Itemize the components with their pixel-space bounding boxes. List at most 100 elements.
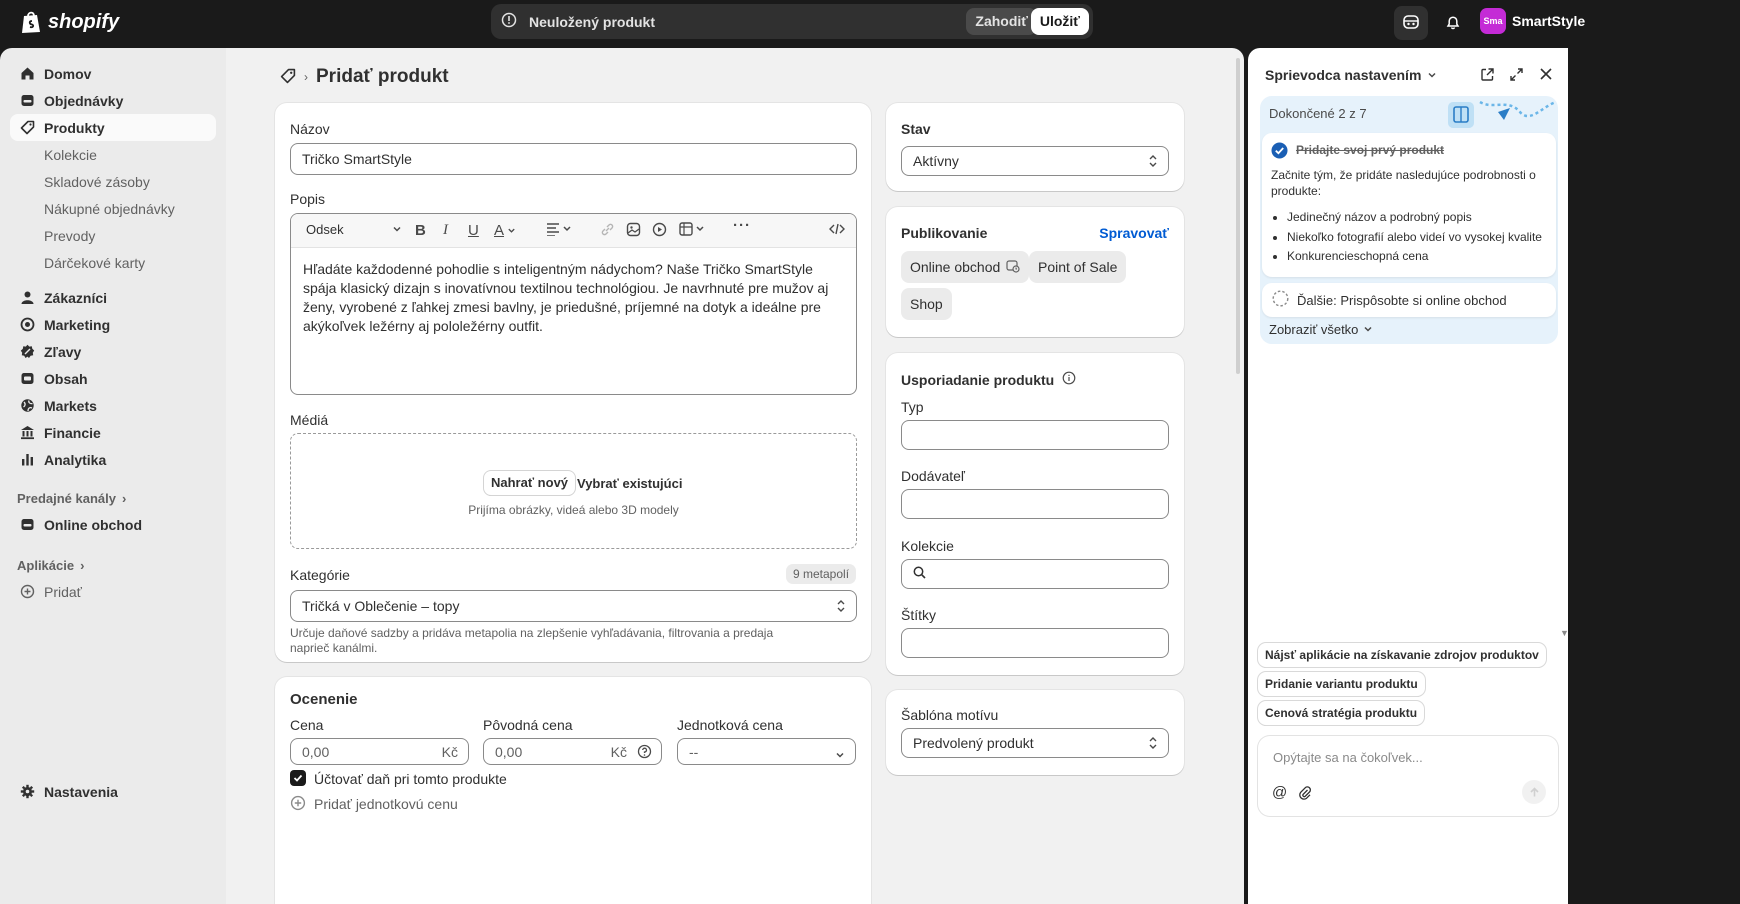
nav-marketing[interactable]: Marketing (10, 311, 216, 338)
name-input[interactable]: Tričko SmartStyle (290, 143, 857, 175)
main-content: › Pridať produkt Názov Tričko SmartStyle… (226, 48, 1244, 904)
close-icon[interactable] (1539, 67, 1553, 84)
show-all-button[interactable]: Zobraziť všetko (1269, 322, 1373, 337)
underline-icon[interactable]: U (468, 222, 479, 239)
page-title: Pridať produkt (316, 66, 449, 87)
channel-online-store[interactable]: Online obchod (901, 251, 1030, 283)
select-existing-button[interactable]: Vybrať existujúci (577, 476, 682, 491)
question-circle-icon[interactable] (637, 744, 652, 762)
sidekick-button[interactable] (1394, 6, 1428, 40)
attachment-icon[interactable] (1298, 786, 1313, 804)
suggestion-pricing-strategy[interactable]: Cenová stratégia produktu (1258, 701, 1425, 725)
code-icon[interactable] (829, 222, 845, 236)
collections-search-input[interactable] (901, 559, 1169, 589)
nav-online-obchod[interactable]: Online obchod (10, 511, 216, 538)
nav-prevody[interactable]: Prevody (44, 228, 95, 244)
next-task[interactable]: Ďalšie: Prispôsobte si online obchod (1262, 283, 1556, 317)
unit-price-select[interactable]: -- (677, 738, 856, 765)
nav-label: Financie (44, 424, 101, 441)
open-external-icon[interactable] (1480, 67, 1495, 85)
category-select[interactable]: Tričká v Oblečenie – topy (290, 590, 857, 622)
add-unit-price-button[interactable]: Pridať jednotkovú cenu (314, 796, 458, 812)
theme-template-select[interactable]: Predvolený produkt (901, 728, 1169, 758)
apps-header[interactable]: Aplikácie › (17, 558, 84, 573)
italic-icon[interactable]: I (443, 222, 448, 239)
vendor-input[interactable] (901, 489, 1169, 519)
sales-channels-header[interactable]: Predajné kanály › (17, 491, 126, 506)
status-value: Aktívny (913, 153, 959, 169)
chat-input[interactable]: Opýtajte sa na čokoľvek... (1273, 750, 1423, 765)
save-button[interactable]: Uložiť (1030, 8, 1089, 35)
suggestion-add-variant[interactable]: Pridanie variantu produktu (1258, 672, 1425, 696)
scroll-down-icon[interactable]: ▼ (1560, 628, 1568, 638)
tag-icon (18, 120, 36, 135)
expand-icon[interactable] (1509, 67, 1524, 85)
bank-icon (18, 425, 36, 440)
info-icon[interactable] (1062, 371, 1076, 388)
shopify-bag-icon (22, 11, 40, 33)
format-select[interactable]: Odsek (306, 222, 402, 237)
price-input[interactable]: 0,00 Kč (290, 738, 469, 765)
nav-darcekove-karty[interactable]: Dárčekové karty (44, 255, 145, 271)
channel-shop[interactable]: Shop (901, 288, 952, 320)
channel-point-of-sale[interactable]: Point of Sale (1029, 251, 1127, 283)
nav-zakaznici[interactable]: Zákazníci (10, 284, 216, 311)
tags-input[interactable] (901, 628, 1169, 658)
globe-icon (18, 398, 36, 413)
category-label: Kategórie (290, 567, 350, 583)
nav-add-app[interactable]: Pridať (10, 578, 216, 605)
discount-icon (18, 344, 36, 359)
nav-markets[interactable]: Markets (10, 392, 216, 419)
content-icon (18, 371, 36, 386)
nav-domov[interactable]: Domov (10, 60, 216, 87)
nav-kolekcie[interactable]: Kolekcie (44, 147, 97, 163)
compare-price-currency: Kč (610, 743, 627, 760)
main-scrollbar[interactable] (1236, 58, 1240, 374)
nav-nakupne-objednavky[interactable]: Nákupné objednávky (44, 201, 175, 217)
store-menu[interactable]: Sma SmartStyle (1480, 8, 1585, 34)
upload-new-button[interactable]: Nahrať nový (484, 471, 576, 495)
nav-label: Zľavy (44, 343, 82, 360)
plus-circle-icon (18, 584, 36, 599)
tag-icon[interactable] (280, 68, 296, 87)
type-input[interactable] (901, 420, 1169, 450)
nav-nastavenia[interactable]: Nastavenia (10, 778, 216, 805)
metafields-badge[interactable]: 9 metapolí (786, 564, 857, 584)
nav-zlavy[interactable]: Zľavy (10, 338, 216, 365)
shopify-logo[interactable]: shopify (20, 10, 119, 34)
text-color-icon[interactable]: A (494, 222, 516, 239)
description-text[interactable]: Hľadáte každodenné pohodlie s inteligent… (291, 248, 856, 348)
charge-tax-checkbox[interactable] (290, 770, 306, 786)
image-icon[interactable] (626, 222, 641, 237)
nav-financie[interactable]: Financie (10, 419, 216, 446)
media-dropzone[interactable]: Nahrať nový Vybrať existujúci Prijíma ob… (290, 433, 857, 549)
status-select[interactable]: Aktívny (901, 146, 1169, 176)
publishing-card: Publikovanie Spravovať Online obchod Poi… (886, 207, 1184, 337)
channel-label: Online obchod (910, 259, 1001, 275)
task-title[interactable]: Pridajte svoj prvý produkt (1296, 143, 1444, 157)
plus-circle-icon[interactable] (290, 795, 306, 814)
setup-guide-dropdown[interactable]: Sprievodca nastavením (1265, 67, 1437, 83)
discard-button[interactable]: Zahodiť (966, 8, 1037, 35)
align-icon[interactable] (546, 222, 572, 236)
arrow-up-icon (1529, 786, 1539, 796)
link-icon[interactable] (600, 222, 615, 237)
nav-skladove-zasoby[interactable]: Skladové zásoby (44, 174, 150, 190)
table-icon[interactable] (679, 222, 707, 236)
next-task-label: Ďalšie: Prispôsobte si online obchod (1297, 292, 1507, 308)
nav-produkty[interactable]: Produkty (10, 114, 216, 141)
send-button[interactable] (1522, 780, 1546, 804)
bold-icon[interactable]: B (415, 222, 426, 239)
more-icon[interactable]: ··· (733, 217, 751, 234)
notifications-button[interactable] (1436, 6, 1470, 40)
list-item: Niekoľko fotografií alebo videí vo vysok… (1287, 228, 1552, 248)
suggestion-find-apps[interactable]: Nájsť aplikácie na získavanie zdrojov pr… (1258, 643, 1546, 667)
manage-publishing-link[interactable]: Spravovať (1099, 225, 1169, 241)
setup-guide-card: Dokončené 2 z 7 Pridajte svoj prvý produ… (1260, 96, 1558, 344)
compare-price-input[interactable]: 0,00 Kč (483, 738, 662, 765)
video-icon[interactable] (652, 222, 667, 237)
nav-analytika[interactable]: Analytika (10, 446, 216, 473)
mention-icon[interactable]: @ (1272, 784, 1287, 801)
nav-objednavky[interactable]: Objednávky (10, 87, 216, 114)
nav-obsah[interactable]: Obsah (10, 365, 216, 392)
